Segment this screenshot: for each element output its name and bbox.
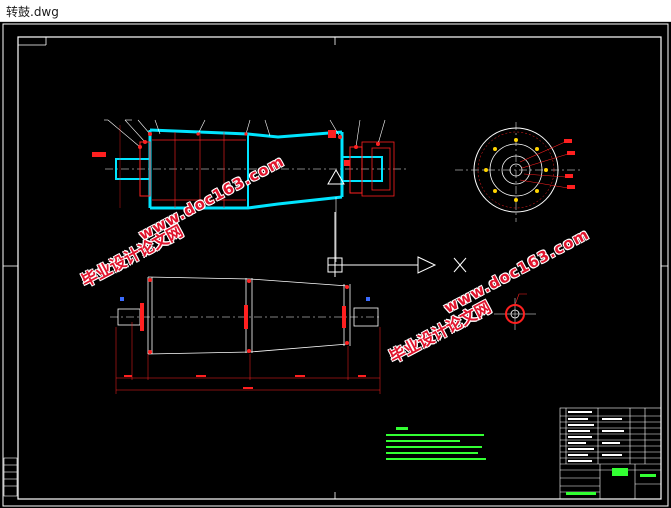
- drawing-canvas[interactable]: www.doc163.com 毕业设计论文网 www.doc163.com 毕业…: [0, 22, 671, 508]
- title-block: [559, 407, 662, 500]
- ucs-icon: [327, 212, 467, 277]
- window-title: 转鼓.dwg: [6, 5, 59, 19]
- end-view: [455, 122, 580, 222]
- left-side-table: [3, 457, 18, 497]
- parts-list-text: [568, 411, 624, 462]
- technical-notes: [386, 427, 486, 460]
- detail-view: [494, 293, 536, 330]
- title-bar: 转鼓.dwg: [0, 0, 671, 22]
- front-view: [110, 276, 382, 394]
